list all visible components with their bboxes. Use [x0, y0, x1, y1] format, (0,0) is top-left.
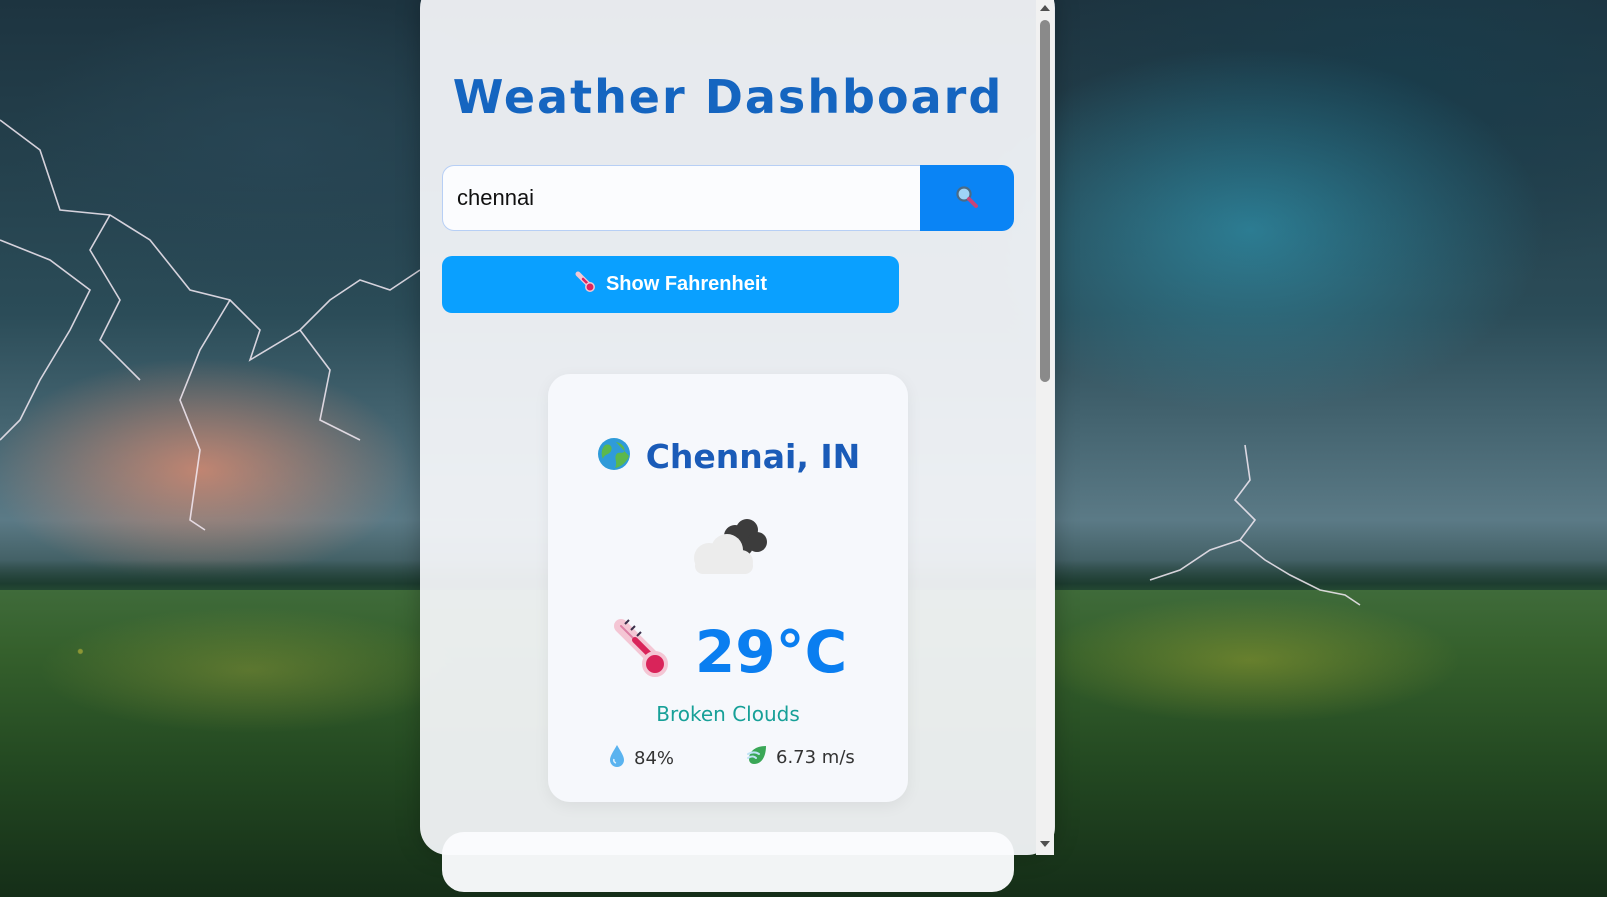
temperature-row: 29°C [548, 618, 908, 686]
scrollbar-thumb[interactable] [1040, 20, 1050, 382]
show-fahrenheit-label: Show Fahrenheit [605, 273, 768, 295]
droplet-icon [608, 744, 626, 773]
thermometer-icon [609, 618, 673, 686]
condition-description: Broken Clouds [656, 702, 800, 726]
wind-stat: 6.73 m/s [746, 744, 855, 771]
globe-icon [596, 436, 632, 476]
vertical-scrollbar[interactable] [1036, 0, 1054, 855]
search-button[interactable] [920, 165, 1014, 231]
location-row: Chennai, IN [548, 436, 908, 476]
magnifier-icon [954, 184, 980, 213]
temperature-value: 29°C [694, 618, 848, 686]
humidity-value: 84% [634, 748, 675, 769]
leaf-wind-icon [746, 744, 768, 771]
next-section-card [442, 832, 1014, 892]
scroll-down-arrow-icon[interactable] [1040, 841, 1050, 847]
humidity-stat: 84% [608, 744, 674, 773]
location-name: Chennai, IN [645, 436, 861, 476]
scroll-up-arrow-icon[interactable] [1040, 5, 1050, 11]
show-fahrenheit-button[interactable]: Show Fahrenheit [442, 256, 899, 313]
wind-speed-value: 6.73 m/s [776, 747, 855, 768]
page-title: Weather Dashboard [452, 70, 1004, 124]
thermometer-icon [574, 271, 596, 299]
cloud-icon [683, 518, 775, 584]
city-search-input[interactable] [442, 165, 920, 231]
